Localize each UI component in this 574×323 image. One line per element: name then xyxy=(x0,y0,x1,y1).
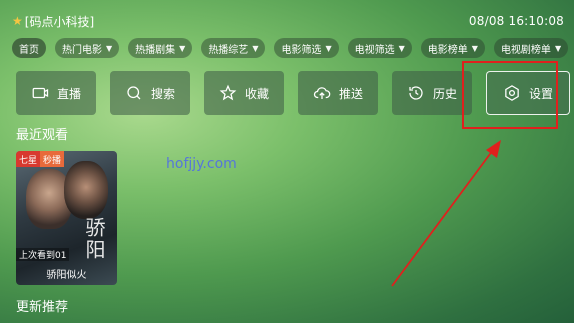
annotation-arrow xyxy=(391,140,501,287)
